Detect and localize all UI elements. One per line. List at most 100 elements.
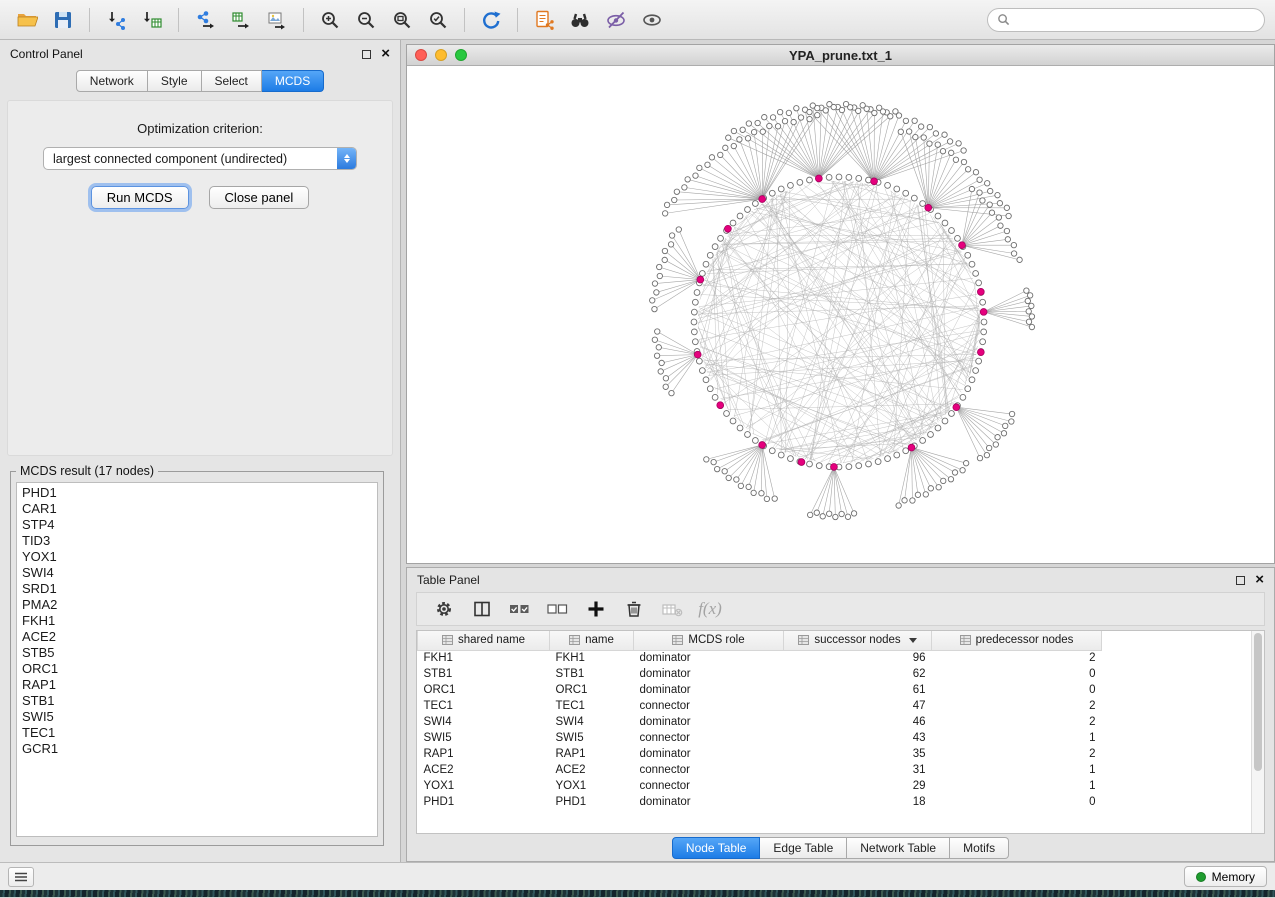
table-row[interactable]: YOX1 YOX1 connector 29 1: [418, 778, 1252, 794]
network-from-document-button[interactable]: [527, 5, 561, 35]
tab-edge-table[interactable]: Edge Table: [760, 837, 847, 859]
import-network-button[interactable]: [99, 5, 133, 35]
tab-motifs[interactable]: Motifs: [950, 837, 1009, 859]
import-table-button[interactable]: [135, 5, 169, 35]
control-panel-header: Control Panel ×: [0, 40, 400, 68]
zoom-fit-button[interactable]: [385, 5, 419, 35]
deselect-all-button[interactable]: [543, 595, 573, 623]
tab-style[interactable]: Style: [148, 70, 202, 92]
criterion-dropdown[interactable]: largest connected component (undirected): [43, 147, 357, 170]
export-network-button[interactable]: [188, 5, 222, 35]
dropdown-stepper-icon: [337, 148, 356, 169]
table-row[interactable]: ACE2 ACE2 connector 31 1: [418, 762, 1252, 778]
toolbar-separator: [303, 8, 304, 32]
network-graph[interactable]: [407, 66, 1273, 560]
list-item[interactable]: SWI5: [22, 709, 372, 725]
tab-node-table[interactable]: Node Table: [672, 837, 761, 859]
zoom-selected-button[interactable]: [421, 5, 455, 35]
function-builder-button-disabled[interactable]: f(x): [695, 595, 725, 623]
table-settings-button[interactable]: [429, 595, 459, 623]
list-item[interactable]: STB1: [22, 693, 372, 709]
list-item[interactable]: GCR1: [22, 741, 372, 757]
column-header-successor-nodes[interactable]: successor nodes: [784, 631, 932, 650]
open-session-button[interactable]: [10, 5, 44, 35]
memory-status-icon: [1196, 872, 1206, 882]
hide-display-button[interactable]: [599, 5, 633, 35]
table-row[interactable]: FKH1 FKH1 dominator 96 2: [418, 650, 1252, 666]
right-column: YPA_prune.txt_1 Table Panel ×: [401, 40, 1275, 862]
zoom-in-button[interactable]: [313, 5, 347, 35]
tab-select[interactable]: Select: [202, 70, 262, 92]
delete-column-button[interactable]: [619, 595, 649, 623]
delete-table-button-disabled[interactable]: [657, 595, 687, 623]
close-panel-icon[interactable]: ×: [381, 49, 390, 59]
column-header-mcds-role[interactable]: MCDS role: [634, 631, 784, 650]
search-field[interactable]: [987, 8, 1265, 32]
control-panel: Control Panel × Network Style Select MCD…: [0, 40, 401, 862]
list-item[interactable]: FKH1: [22, 613, 372, 629]
table-row[interactable]: TEC1 TEC1 connector 47 2: [418, 698, 1252, 714]
optimization-criterion-label: Optimization criterion:: [8, 121, 392, 136]
task-history-button[interactable]: [8, 867, 34, 887]
table-row[interactable]: SWI5 SWI5 connector 43 1: [418, 730, 1252, 746]
tab-network[interactable]: Network: [76, 70, 148, 92]
binoculars-icon: [569, 9, 591, 31]
column-header-shared-name[interactable]: shared name: [418, 631, 550, 650]
maximize-window-icon[interactable]: [455, 49, 467, 61]
sort-icon: [442, 635, 453, 645]
list-item[interactable]: STB5: [22, 645, 372, 661]
table-row[interactable]: ORC1 ORC1 dominator 61 0: [418, 682, 1252, 698]
close-panel-icon[interactable]: ×: [1255, 575, 1264, 585]
list-item[interactable]: RAP1: [22, 677, 372, 693]
float-panel-icon[interactable]: [362, 50, 371, 59]
list-item[interactable]: TID3: [22, 533, 372, 549]
add-column-button[interactable]: [581, 595, 611, 623]
scrollbar-thumb[interactable]: [1254, 633, 1262, 771]
table-row[interactable]: SWI4 SWI4 dominator 46 2: [418, 714, 1252, 730]
control-panel-title: Control Panel: [10, 47, 83, 61]
list-item[interactable]: YOX1: [22, 549, 372, 565]
list-item[interactable]: PHD1: [22, 485, 372, 501]
list-item[interactable]: CAR1: [22, 501, 372, 517]
close-window-icon[interactable]: [415, 49, 427, 61]
list-item[interactable]: PMA2: [22, 597, 372, 613]
list-item[interactable]: TEC1: [22, 725, 372, 741]
show-display-button[interactable]: [635, 5, 669, 35]
tab-network-table[interactable]: Network Table: [847, 837, 950, 859]
table-row[interactable]: RAP1 RAP1 dominator 35 2: [418, 746, 1252, 762]
mcds-result-list[interactable]: PHD1 CAR1 STP4 TID3 YOX1 SWI4 SRD1 PMA2 …: [16, 482, 378, 837]
criterion-dropdown-value: largest connected component (undirected): [53, 152, 287, 166]
export-table-button[interactable]: [224, 5, 258, 35]
table-row[interactable]: PHD1 PHD1 dominator 18 0: [418, 794, 1252, 810]
network-view-window: YPA_prune.txt_1: [406, 44, 1275, 564]
float-panel-icon[interactable]: [1236, 576, 1245, 585]
column-header-name[interactable]: name: [550, 631, 634, 650]
memory-button[interactable]: Memory: [1184, 866, 1267, 887]
save-session-button[interactable]: [46, 5, 80, 35]
close-panel-button[interactable]: Close panel: [209, 186, 310, 209]
fx-icon: f(x): [698, 599, 722, 619]
export-image-button[interactable]: [260, 5, 294, 35]
minimize-window-icon[interactable]: [435, 49, 447, 61]
list-item[interactable]: ACE2: [22, 629, 372, 645]
zoom-out-button[interactable]: [349, 5, 383, 35]
select-all-button[interactable]: [505, 595, 535, 623]
main-content: Control Panel × Network Style Select MCD…: [0, 40, 1275, 862]
list-item[interactable]: SRD1: [22, 581, 372, 597]
network-canvas[interactable]: [407, 66, 1274, 563]
refresh-button[interactable]: [474, 5, 508, 35]
run-mcds-button[interactable]: Run MCDS: [91, 186, 189, 209]
table-row[interactable]: STB1 STB1 dominator 62 0: [418, 666, 1252, 682]
search-input[interactable]: [1016, 13, 1255, 27]
table-scrollbar[interactable]: [1251, 631, 1264, 833]
list-item[interactable]: ORC1: [22, 661, 372, 677]
column-header-predecessor-nodes[interactable]: predecessor nodes: [932, 631, 1102, 650]
tab-mcds[interactable]: MCDS: [262, 70, 324, 92]
save-icon: [52, 9, 74, 31]
list-item[interactable]: SWI4: [22, 565, 372, 581]
list-item[interactable]: STP4: [22, 517, 372, 533]
gear-icon: [433, 598, 455, 620]
show-columns-button[interactable]: [467, 595, 497, 623]
open-folder-icon: [16, 9, 38, 31]
find-button[interactable]: [563, 5, 597, 35]
